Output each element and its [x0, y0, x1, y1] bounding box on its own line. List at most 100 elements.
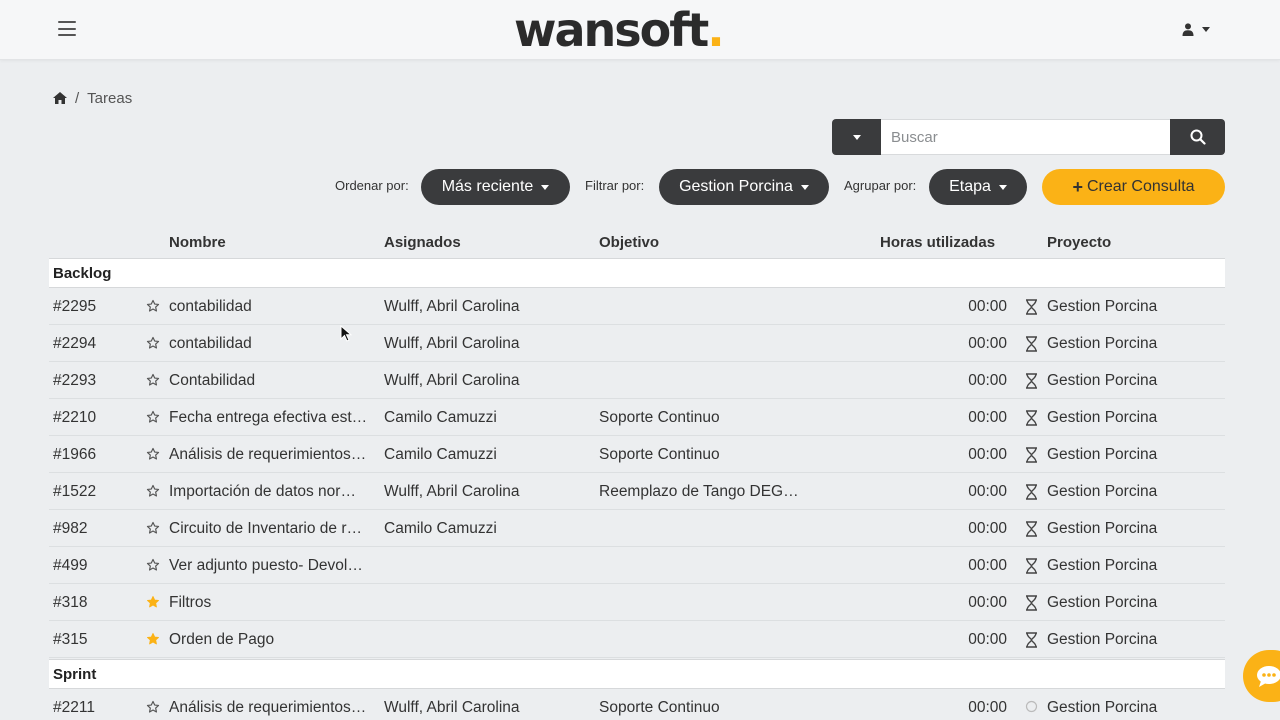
star-outline-icon[interactable]: [146, 410, 160, 429]
table-row[interactable]: #315 Orden de Pago 00:00 Gestion Porcina: [49, 621, 1225, 658]
star-outline-icon[interactable]: [146, 447, 160, 466]
task-name[interactable]: Importación de datos nor…: [169, 483, 356, 501]
star-outline-icon[interactable]: [146, 558, 160, 577]
filter-label: Filtrar por:: [585, 178, 645, 193]
task-hours: 00:00: [968, 298, 1007, 315]
task-hours: 00:00: [968, 699, 1007, 716]
task-project: Gestion Porcina: [1047, 557, 1158, 574]
task-project: Gestion Porcina: [1047, 335, 1158, 352]
task-id[interactable]: #499: [53, 557, 87, 575]
task-name[interactable]: Análisis de requerimientos…: [169, 446, 366, 464]
task-id[interactable]: #315: [53, 631, 87, 649]
search-input[interactable]: [881, 119, 1170, 155]
task-project: Gestion Porcina: [1047, 594, 1158, 611]
group-dropdown[interactable]: Etapa: [929, 169, 1027, 205]
task-objective: Soporte Continuo: [599, 446, 720, 463]
table-row[interactable]: #1522 Importación de datos nor… Wulff, Abr…: [49, 473, 1225, 510]
hourglass-icon: [1025, 595, 1038, 616]
task-assigned: Camilo Camuzzi: [384, 409, 497, 426]
create-consulta-label: Crear Consulta: [1086, 178, 1195, 195]
search-bar: [832, 119, 1225, 155]
breadcrumb: / Tareas: [53, 88, 132, 108]
hourglass-icon: [1025, 484, 1038, 505]
table-row[interactable]: #318 Filtros 00:00 Gestion Porcina: [49, 584, 1225, 621]
star-outline-icon[interactable]: [146, 373, 160, 392]
star-outline-icon[interactable]: [146, 484, 160, 503]
task-id[interactable]: #2211: [53, 699, 95, 717]
group-value: Etapa: [949, 178, 991, 195]
hourglass-icon: [1025, 336, 1038, 357]
task-hours: 00:00: [968, 631, 1007, 648]
task-name[interactable]: contabilidad: [169, 298, 252, 316]
task-name[interactable]: Análisis de requerimientos…: [169, 699, 366, 717]
search-button[interactable]: [1170, 119, 1225, 155]
task-id[interactable]: #2295: [53, 298, 96, 316]
task-project: Gestion Porcina: [1047, 372, 1158, 389]
task-name[interactable]: contabilidad: [169, 335, 252, 353]
task-name[interactable]: Circuito de Inventario de r…: [169, 520, 362, 538]
task-id[interactable]: #2293: [53, 372, 96, 390]
mouse-cursor-icon: [340, 325, 352, 342]
table-row[interactable]: #982 Circuito de Inventario de r… Camilo C…: [49, 510, 1225, 547]
task-hours: 00:00: [968, 557, 1007, 574]
group-label: Sprint: [53, 666, 97, 683]
table-row[interactable]: #499 Ver adjunto puesto- Devol… 00:00 Gesti…: [49, 547, 1225, 584]
task-id[interactable]: #982: [53, 520, 87, 538]
table-row[interactable]: #2210 Fecha entrega efectiva est… Camilo C…: [49, 399, 1225, 436]
hourglass-icon: [1025, 373, 1038, 394]
create-consulta-button[interactable]: + Crear Consulta: [1042, 169, 1225, 205]
task-id[interactable]: #1966: [53, 446, 96, 464]
user-menu[interactable]: [1182, 18, 1222, 40]
task-id[interactable]: #2210: [53, 409, 96, 427]
task-hours: 00:00: [968, 594, 1007, 611]
task-name[interactable]: Ver adjunto puesto- Devol…: [169, 557, 363, 575]
hourglass-icon: [1025, 632, 1038, 653]
search-icon: [1190, 129, 1206, 145]
task-name[interactable]: Fecha entrega efectiva est…: [169, 409, 367, 427]
chat-widget-button[interactable]: [1243, 650, 1280, 702]
task-objective: Reemplazo de Tango DEG…: [599, 483, 799, 500]
task-name[interactable]: Filtros: [169, 594, 211, 612]
column-header-name[interactable]: Nombre: [169, 234, 226, 251]
task-name[interactable]: Orden de Pago: [169, 631, 274, 649]
task-assigned: Wulff, Abril Carolina: [384, 298, 520, 315]
column-header-assigned[interactable]: Asignados: [384, 234, 461, 251]
hamburger-menu-icon[interactable]: [58, 21, 76, 36]
sort-label: Ordenar por:: [335, 178, 409, 193]
task-project: Gestion Porcina: [1047, 520, 1158, 537]
task-project: Gestion Porcina: [1047, 446, 1158, 463]
star-outline-icon[interactable]: [146, 336, 160, 355]
task-hours: 00:00: [968, 520, 1007, 537]
group-label: Agrupar por:: [844, 178, 917, 193]
star-outline-icon[interactable]: [146, 700, 160, 719]
sort-dropdown[interactable]: Más reciente: [421, 169, 570, 205]
table-row[interactable]: #1966 Análisis de requerimientos… Camilo C…: [49, 436, 1225, 473]
star-outline-icon[interactable]: [146, 299, 160, 318]
task-project: Gestion Porcina: [1047, 631, 1158, 648]
chevron-down-icon: [541, 184, 550, 190]
task-name[interactable]: Contabilidad: [169, 372, 255, 390]
star-outline-icon[interactable]: [146, 521, 160, 540]
filter-dropdown[interactable]: Gestion Porcina: [659, 169, 829, 205]
task-id[interactable]: #2294: [53, 335, 96, 353]
task-hours: 00:00: [968, 483, 1007, 500]
table-row[interactable]: #2295 contabilidad Wulff, Abril Carolina 00…: [49, 288, 1225, 325]
home-icon[interactable]: [53, 92, 67, 104]
column-header-hours[interactable]: Horas utilizadas: [880, 234, 995, 251]
search-filter-dropdown[interactable]: [832, 119, 881, 155]
hourglass-icon: [1025, 410, 1038, 431]
wansoft-logo[interactable]: wansoft.: [514, 0, 725, 60]
task-project: Gestion Porcina: [1047, 483, 1158, 500]
task-id[interactable]: #318: [53, 594, 87, 612]
logo-text: wansoft: [514, 3, 709, 57]
column-header-project[interactable]: Proyecto: [1047, 234, 1111, 251]
task-id[interactable]: #1522: [53, 483, 96, 501]
table-row[interactable]: #2294 contabilidad Wulff, Abril Carolina 00…: [49, 325, 1225, 362]
star-filled-icon[interactable]: [146, 595, 160, 614]
table-row[interactable]: #2293 Contabilidad Wulff, Abril Carolina 00…: [49, 362, 1225, 399]
group-header-sprint: Sprint: [49, 659, 1225, 689]
plus-icon: +: [1072, 177, 1083, 197]
table-row[interactable]: #2211 Análisis de requerimientos… Wulff, A…: [49, 689, 1225, 720]
star-filled-icon[interactable]: [146, 632, 160, 651]
column-header-objective[interactable]: Objetivo: [599, 234, 659, 251]
